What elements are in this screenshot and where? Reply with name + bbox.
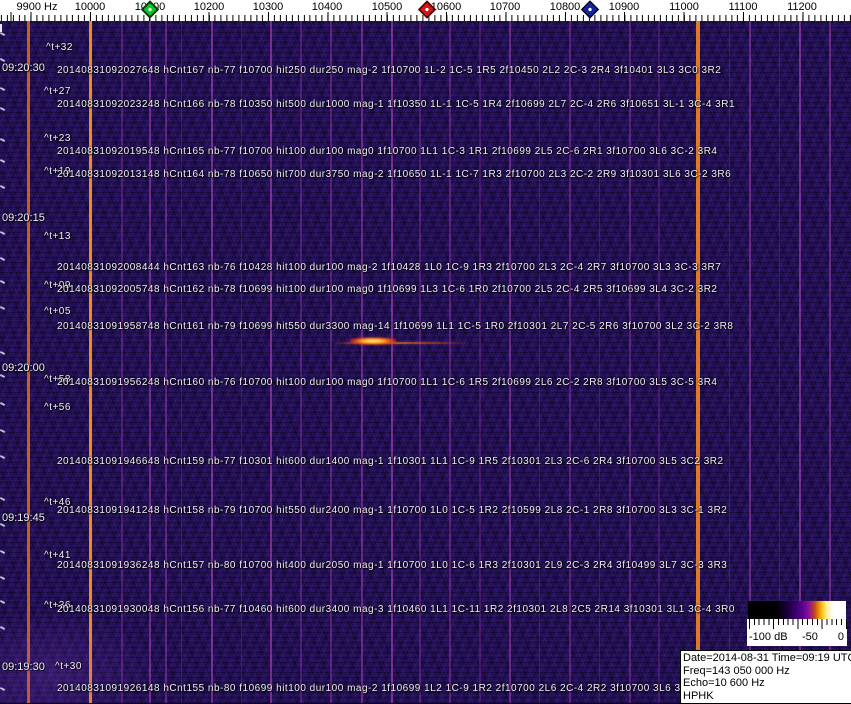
event-line: 20140831091958748 hCnt161 nb-79 f10699 h… [57,321,733,332]
time-axis-label: 09:20:15 [2,212,45,224]
event-tag: ^t+32 [46,42,73,53]
event-line: 20140831091946648 hCnt159 nb-77 f10301 h… [57,456,724,467]
event-line: 20140831091926148 hCnt155 nb-80 f10699 h… [57,683,721,694]
frequency-scale-bar[interactable]: 9900 Hz 10000 10100 10200 10300 10400 10… [0,0,851,21]
colorbar-label-mid: -50 [802,631,818,643]
meteor-echo-head-blob [350,337,396,345]
colorbar-labels: -100 dB -50 0 [747,631,847,646]
station-info-box: Date=2014-08-31 Time=09:19 UTC Freq=143 … [680,650,851,704]
info-station-id: HPHK [683,690,851,703]
event-line: 20140831092005748 hCnt162 nb-78 f10699 h… [57,284,717,295]
colorbar-gradient [748,601,846,619]
event-line: 20140831091956248 hCnt160 nb-76 f10700 h… [57,377,717,388]
colorbar-label-min: -100 dB [749,631,788,643]
spectrum-lab-waterfall-window: { "freq_axis": { "labels": ["9900 Hz","1… [0,0,851,703]
event-line: 20140831091930048 hCnt156 nb-77 f10460 h… [57,604,735,615]
info-date-time: Date=2014-08-31 Time=09:19 UTC [683,652,851,665]
time-axis-label: 09:19:30 [2,661,45,673]
event-line: 20140831091941248 hCnt158 nb-79 f10700 h… [57,505,727,516]
time-axis-label: 09:19:45 [2,512,45,524]
info-echo: Echo=10 600 Hz [683,677,851,690]
event-tag: ^t+30 [55,661,82,672]
time-axis-label: 09:20:00 [2,362,45,374]
event-line: 20140831092019548 hCnt165 nb-77 f10700 h… [57,146,717,157]
event-line: 20140831091936248 hCnt157 nb-80 f10700 h… [57,560,727,571]
event-tag: ^t+23 [44,133,71,144]
event-tag: ^t+56 [44,402,71,413]
event-tag: ^t+13 [44,231,71,242]
event-line: 20140831092027648 hCnt167 nb-77 f10700 h… [57,65,721,76]
intensity-colorbar: -100 dB -50 0 [747,600,847,646]
waterfall-spectrogram-canvas[interactable] [0,21,851,703]
info-frequency: Freq=143 050 000 Hz [683,665,851,678]
colorbar-label-max: 0 [838,631,844,643]
event-line: 20140831092008444 hCnt163 nb-76 f10428 h… [57,262,721,273]
event-line: 20140831092013148 hCnt164 nb-78 f10650 h… [57,169,731,180]
event-line: 20140831092023248 hCnt166 nb-78 f10350 h… [57,99,735,110]
event-tag: ^t+05 [44,306,71,317]
event-tag: ^t+27 [44,86,71,97]
colorbar-ticks [747,619,847,631]
time-axis-label: 09:20:30 [2,62,45,74]
